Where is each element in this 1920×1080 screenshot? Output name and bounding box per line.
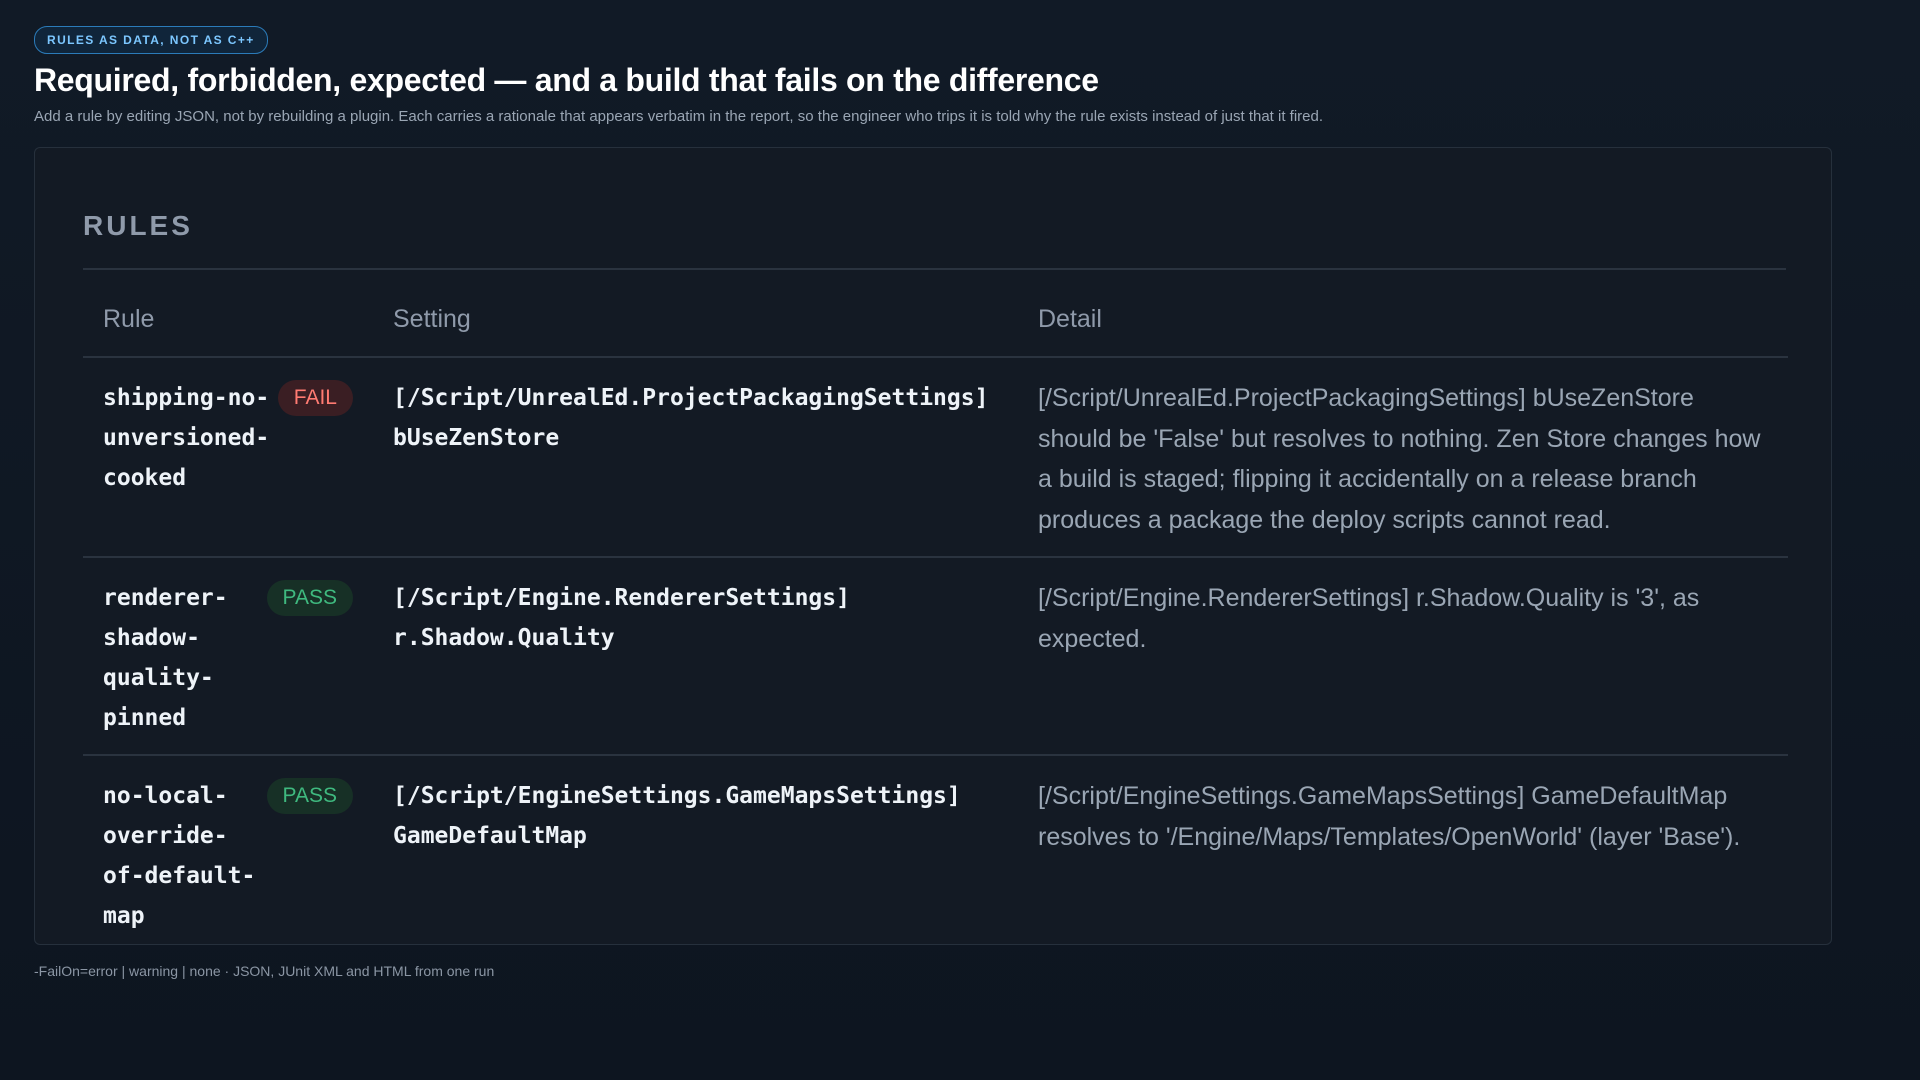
rule-name: no-local-override-of-default-map <box>103 783 256 929</box>
rule-name: shipping-no-unversioned-cooked <box>103 385 270 491</box>
detail-text: [/Script/EngineSettings.GameMapsSettings… <box>1038 782 1741 851</box>
setting-value: [/Script/Engine.RendererSettings] r.Shad… <box>393 585 850 651</box>
column-header-detail: Detail <box>1018 305 1788 358</box>
column-header-setting: Setting <box>373 305 1018 358</box>
setting-value: [/Script/UnrealEd.ProjectPackagingSettin… <box>393 385 989 451</box>
rules-heading: RULES <box>83 210 193 241</box>
table-row: shipping-no-unversioned-cooked FAIL [/Sc… <box>83 357 1788 558</box>
table-header-row: Rule Setting Detail <box>83 305 1788 358</box>
rule-cell: no-local-override-of-default-map PASS <box>83 755 373 944</box>
column-header-rule: Rule <box>83 305 373 358</box>
table-row: renderer-shadow-quality-pinned PASS [/Sc… <box>83 557 1788 756</box>
detail-text: [/Script/Engine.RendererSettings] r.Shad… <box>1038 584 1700 653</box>
rule-cell: renderer-shadow-quality-pinned PASS <box>83 557 373 756</box>
footer-note: -FailOn=error | warning | none · JSON, J… <box>34 963 495 979</box>
rules-table: Rule Setting Detail shipping-no-unversio… <box>83 305 1788 944</box>
detail-cell: [/Script/EngineSettings.GameMapsSettings… <box>1018 755 1788 944</box>
heading-divider <box>83 268 1786 270</box>
setting-cell: [/Script/Engine.RendererSettings] r.Shad… <box>373 557 1018 756</box>
rule-cell: shipping-no-unversioned-cooked FAIL <box>83 357 373 558</box>
table-row: no-local-override-of-default-map PASS [/… <box>83 755 1788 944</box>
status-badge: FAIL <box>277 380 353 416</box>
detail-text: [/Script/UnrealEd.ProjectPackagingSettin… <box>1038 384 1761 534</box>
detail-cell: [/Script/Engine.RendererSettings] r.Shad… <box>1018 557 1788 756</box>
setting-value: [/Script/EngineSettings.GameMapsSettings… <box>393 783 961 849</box>
eyebrow-badge: RULES AS DATA, NOT AS C++ <box>34 26 268 54</box>
setting-cell: [/Script/EngineSettings.GameMapsSettings… <box>373 755 1018 944</box>
rule-name: renderer-shadow-quality-pinned <box>103 585 228 731</box>
rules-panel: RULES Rule Setting Detail shipping-no-un… <box>34 147 1832 945</box>
setting-cell: [/Script/UnrealEd.ProjectPackagingSettin… <box>373 357 1018 558</box>
status-badge: PASS <box>266 580 353 616</box>
status-badge: PASS <box>266 778 353 814</box>
detail-cell: [/Script/UnrealEd.ProjectPackagingSettin… <box>1018 357 1788 558</box>
page-title: Required, forbidden, expected — and a bu… <box>34 62 1099 98</box>
page-subtitle: Add a rule by editing JSON, not by rebui… <box>34 108 1324 125</box>
